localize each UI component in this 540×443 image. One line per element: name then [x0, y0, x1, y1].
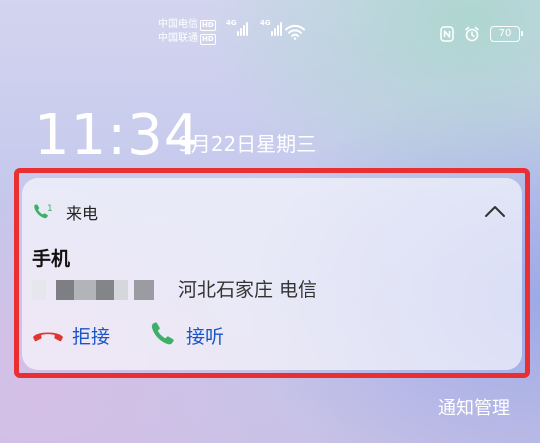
hd-badge: HD: [200, 33, 216, 45]
carrier-1-label: 中国电信: [158, 19, 198, 30]
carrier-2-label: 中国联通: [158, 33, 198, 44]
nfc-icon: [440, 26, 454, 42]
network-type-label: 4G: [260, 19, 271, 27]
signal-strength-icon: 4G: [260, 20, 286, 36]
alarm-icon: [465, 26, 479, 42]
signal-indicators: 4G 4G: [226, 20, 286, 36]
network-type-label: 4G: [226, 19, 237, 27]
highlight-annotation-box: [14, 168, 530, 378]
lockscreen-time: 11:34: [34, 103, 201, 168]
carrier-info: 中国电信 HD 中国联通 HD: [158, 18, 216, 46]
lockscreen-date: 9月22日星期三: [178, 132, 317, 156]
battery-icon: 70: [490, 26, 523, 42]
hd-badge: HD: [200, 19, 216, 31]
system-status-icons: 70: [440, 26, 523, 42]
battery-level: 70: [498, 28, 512, 39]
wifi-icon: [285, 24, 305, 40]
signal-strength-icon: 4G: [226, 20, 252, 36]
notification-management-link[interactable]: 通知管理: [438, 394, 510, 420]
